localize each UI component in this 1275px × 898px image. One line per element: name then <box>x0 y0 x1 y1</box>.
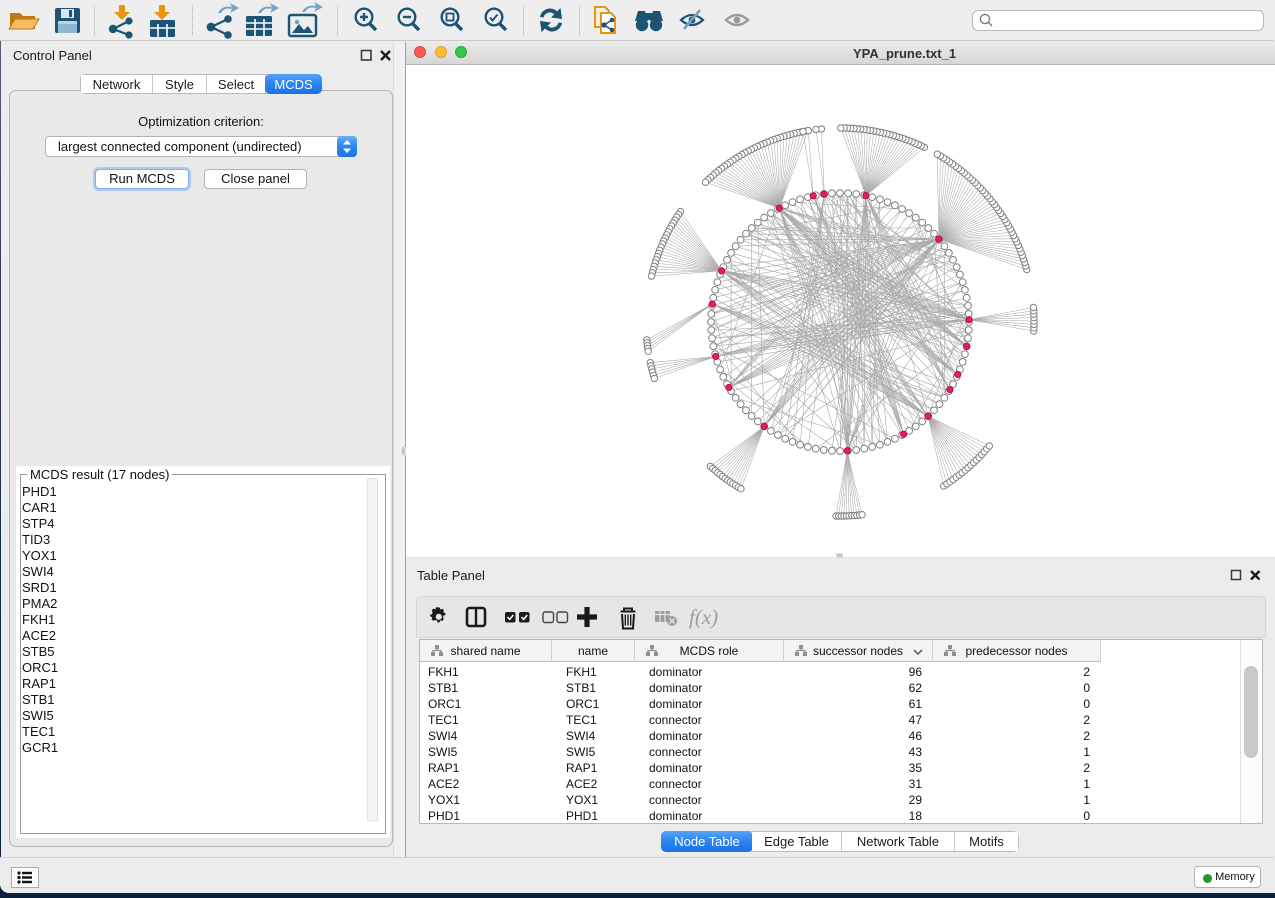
svg-text:f(x): f(x) <box>689 605 718 629</box>
